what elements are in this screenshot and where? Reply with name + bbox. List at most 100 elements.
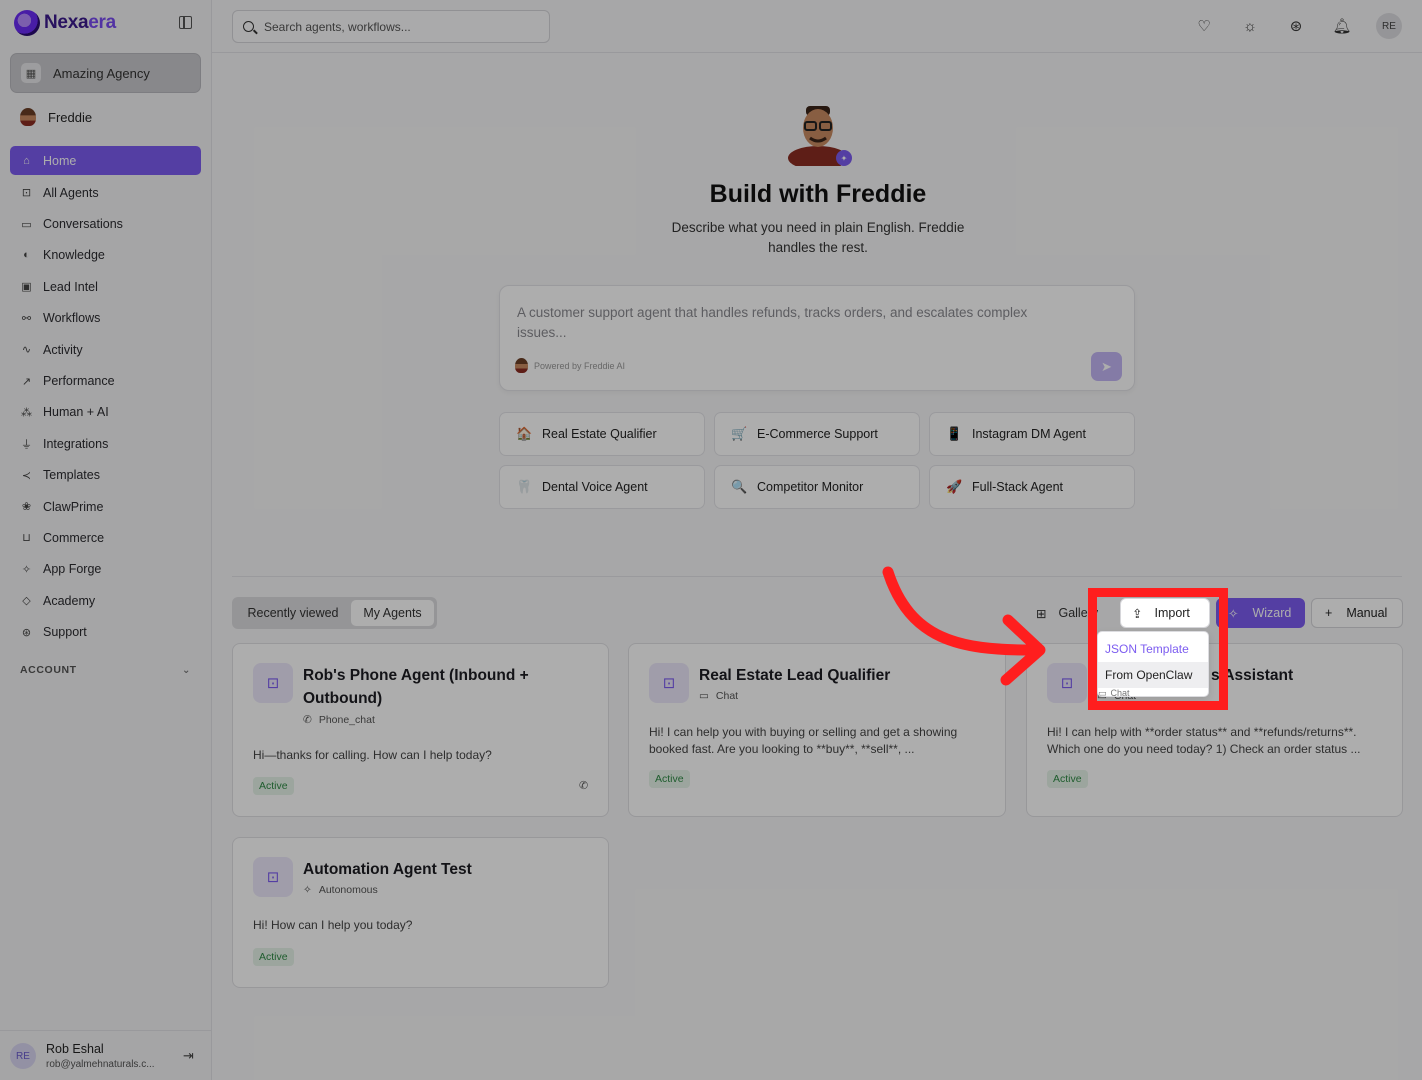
heart-icon[interactable]: ♡	[1192, 13, 1216, 39]
logout-icon[interactable]: ⇥	[183, 1048, 194, 1064]
sidebar-item-human-ai[interactable]: ⁂ Human + AI	[10, 397, 201, 428]
agent-title: s Assistant	[1211, 667, 1294, 684]
template-competitor-monitor[interactable]: 🔍 Competitor Monitor	[714, 465, 920, 509]
sidebar-item-app-forge[interactable]: ✧ App Forge	[10, 554, 201, 585]
builder-name: Freddie	[48, 109, 93, 125]
sun-icon[interactable]: ☼	[1238, 13, 1262, 39]
sparkle-icon: ✧	[1228, 606, 1239, 621]
agent-title: Rob's Phone Agent (Inbound + Outbound)	[303, 667, 529, 707]
freddie-avatar	[20, 108, 36, 126]
rocket-icon: 🚀	[946, 479, 963, 494]
agency-switcher[interactable]: ▦ Amazing Agency	[10, 53, 201, 93]
workflow-icon: ⚯	[21, 312, 32, 325]
modal-backdrop	[0, 0, 1422, 1080]
plug-icon: ⏚	[21, 438, 32, 451]
builder-row[interactable]: Freddie	[20, 108, 92, 126]
sparkle-icon: ✧	[303, 884, 312, 896]
sidebar-item-label: Templates	[43, 468, 100, 483]
sidebar-item-commerce[interactable]: ⊔ Commerce	[10, 522, 201, 553]
sidebar-item-label: Conversations	[43, 217, 123, 232]
avatar[interactable]: RE	[1376, 13, 1402, 39]
graduation-icon: ◇	[22, 595, 31, 608]
phone-icon: ✆	[303, 714, 312, 726]
tooth-icon: 🦷	[516, 479, 533, 494]
sidebar-item-clawprime[interactable]: ❀ ClawPrime	[10, 491, 201, 522]
search-input[interactable]	[264, 19, 534, 34]
agent-card[interactable]: ⊡ Real Estate Lead Qualifier ▭ Chat Hi! I…	[628, 643, 1006, 817]
wizard-button[interactable]: ✧ Wizard	[1216, 598, 1305, 628]
sidebar: Nexaera ▦ Amazing Agency Freddie ⌂ Home ⊡…	[0, 0, 212, 1080]
agent-description: Hi! I can help with **order status** and…	[1047, 725, 1361, 756]
tab-my-agents[interactable]: My Agents	[351, 600, 434, 626]
paw-icon: ❀	[21, 501, 32, 514]
lifebuoy-icon[interactable]: ⊛	[1284, 13, 1308, 39]
wizard-label: Wizard	[1252, 606, 1292, 620]
agent-title: Real Estate Lead Qualifier	[699, 667, 891, 684]
send-button[interactable]: ➤	[1091, 352, 1122, 381]
sidebar-item-knowledge[interactable]: ◐ Knowledge	[10, 240, 201, 271]
template-instagram-dm-agent[interactable]: 📱 Instagram DM Agent	[929, 412, 1135, 456]
sidebar-item-conversations[interactable]: ▭ Conversations	[10, 208, 201, 239]
brain-icon: ◐	[23, 249, 30, 262]
call-icon[interactable]: ✆	[579, 779, 588, 792]
plus-icon: +	[1325, 606, 1333, 620]
sidebar-item-activity[interactable]: ∿ Activity	[10, 334, 201, 365]
template-ecommerce-support[interactable]: 🛒 E-Commerce Support	[714, 412, 920, 456]
agent-type: ▭Chat	[699, 690, 739, 702]
search-box[interactable]	[232, 10, 550, 43]
sidebar-item-label: Knowledge	[43, 248, 105, 263]
prompt-input[interactable]: A customer support agent that handles re…	[499, 285, 1135, 391]
contact-icon: ▣	[21, 281, 32, 294]
section-divider	[232, 576, 1402, 577]
agent-card[interactable]: ⊡ Automation Agent Test ✧ Autonomous Hi! …	[232, 837, 609, 988]
topbar: ♡ ☼ ⊛ 🔔︎ RE	[212, 0, 1422, 53]
page-title: Build with Freddie	[709, 180, 927, 208]
powered-by-label: Powered by Freddie AI	[534, 360, 626, 371]
template-real-estate-qualifier[interactable]: 🏠 Real Estate Qualifier	[499, 412, 705, 456]
account-section-toggle[interactable]: ACCOUNT ⌄	[20, 664, 191, 676]
brand[interactable]: Nexaera	[14, 8, 116, 38]
sidebar-item-performance[interactable]: ↗ Performance	[10, 365, 201, 396]
sidebar-item-support[interactable]: ⊛ Support	[10, 616, 201, 647]
template-dental-voice-agent[interactable]: 🦷 Dental Voice Agent	[499, 465, 705, 509]
sidebar-item-workflows[interactable]: ⚯ Workflows	[10, 303, 201, 334]
pulse-icon: ∿	[21, 344, 32, 357]
status-badge: Active	[1047, 770, 1088, 788]
sidebar-item-label: Performance	[43, 374, 115, 389]
sidebar-item-academy[interactable]: ◇ Academy	[10, 585, 201, 616]
bot-icon: ⊡	[253, 663, 293, 703]
user-name: Rob Eshal	[46, 1042, 104, 1056]
cart-icon: 🛒	[731, 426, 748, 441]
sidebar-item-all-agents[interactable]: ⊡ All Agents	[10, 177, 201, 208]
sidebar-item-templates[interactable]: ≺ Templates	[10, 460, 201, 491]
building-icon: ▦	[21, 63, 41, 83]
tab-recently-viewed[interactable]: Recently viewed	[235, 600, 351, 626]
topbar-actions: ♡ ☼ ⊛ 🔔︎ RE	[1192, 13, 1402, 39]
account-label: ACCOUNT	[20, 664, 77, 676]
agency-name: Amazing Agency	[53, 65, 150, 81]
sidebar-item-integrations[interactable]: ⏚ Integrations	[10, 428, 201, 459]
avatar[interactable]: RE	[10, 1043, 36, 1069]
sidebar-item-lead-intel[interactable]: ▣ Lead Intel	[10, 271, 201, 302]
template-full-stack-agent[interactable]: 🚀 Full-Stack Agent	[929, 465, 1135, 509]
sidebar-item-label: Workflows	[43, 311, 101, 326]
sidebar-collapse-icon[interactable]	[179, 16, 192, 29]
freddie-avatar: ✦	[788, 106, 852, 166]
sidebar-item-label: Commerce	[43, 530, 105, 545]
annotation-highlight	[1088, 588, 1228, 710]
magnifier-icon: 🔍	[731, 479, 748, 494]
share-icon: ≺	[21, 469, 32, 482]
brand-logo-icon	[14, 10, 40, 36]
agent-description: Hi! How can I help you today?	[253, 918, 413, 932]
bell-icon[interactable]: 🔔︎	[1330, 13, 1354, 39]
sidebar-item-label: Activity	[43, 342, 83, 357]
chat-icon: ▭	[21, 218, 32, 231]
sidebar-item-home[interactable]: ⌂ Home	[10, 146, 201, 175]
sidebar-nav: ⌂ Home ⊡ All Agents ▭ Conversations ◐ Knowle…	[10, 146, 201, 648]
manual-button[interactable]: + Manual	[1311, 598, 1403, 628]
sidebar-item-label: Integrations	[43, 436, 109, 451]
sidebar-item-label: App Forge	[43, 562, 102, 577]
agent-card[interactable]: ⊡ Rob's Phone Agent (Inbound + Outbound)…	[232, 643, 609, 817]
search-icon	[243, 21, 254, 32]
agents-view-tabs: Recently viewed My Agents	[232, 597, 437, 629]
